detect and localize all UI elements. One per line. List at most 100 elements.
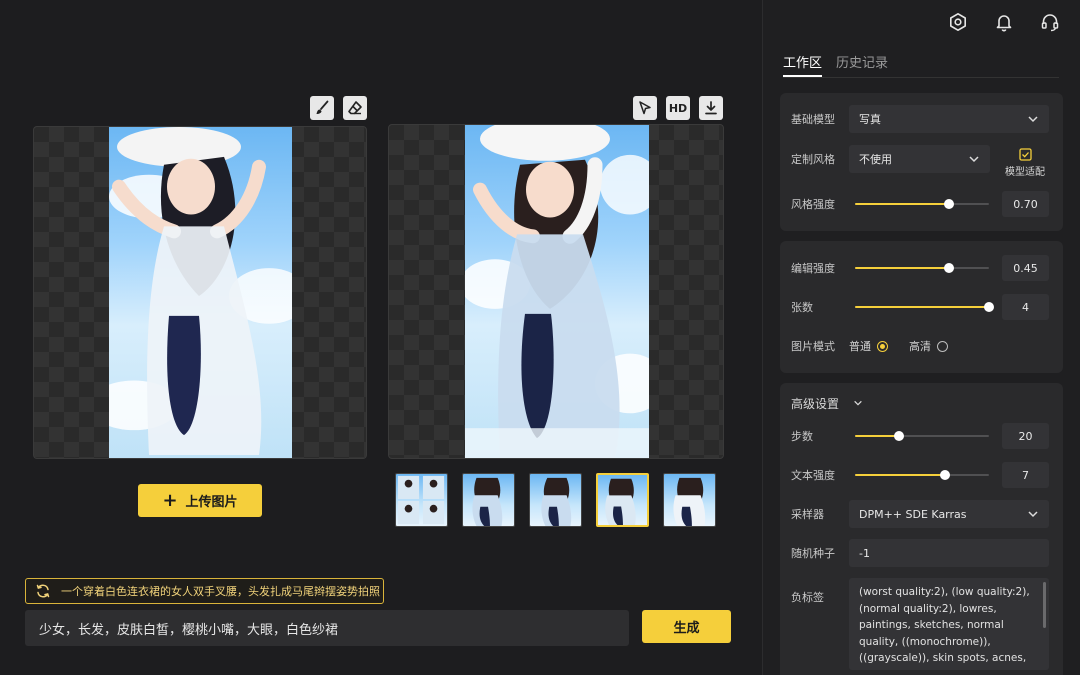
style-strength-slider[interactable] — [855, 198, 989, 210]
negative-prompt-text: (worst quality:2), (low quality:2), (nor… — [859, 586, 1030, 670]
upload-image-button[interactable]: + 上传图片 — [138, 484, 262, 517]
chevron-down-icon — [969, 156, 979, 163]
image-mode-row: 图片模式 普通 高清 — [780, 332, 1063, 360]
bell-icon — [996, 15, 1012, 32]
download-button[interactable] — [699, 96, 723, 120]
headset-icon — [1041, 14, 1059, 32]
edit-settings-card: 编辑强度 0.45 张数 4 图片模式 普通 高清 — [780, 241, 1063, 373]
seed-value: -1 — [859, 546, 870, 560]
slider-handle[interactable] — [943, 263, 954, 273]
prompt-suggestion-text: 一个穿着白色连衣裙的女人双手叉腰，头发扎成马尾辫摆姿势拍照 — [61, 585, 380, 598]
seed-input[interactable]: -1 — [849, 539, 1049, 567]
model-adapt-checkbox[interactable]: 模型适配 — [999, 148, 1051, 178]
source-image — [109, 127, 292, 458]
image-mode-normal-radio[interactable]: 普通 — [849, 338, 888, 354]
chevron-down-icon — [1028, 116, 1038, 123]
advanced-settings-toggle[interactable]: 高级设置 — [780, 389, 1063, 417]
advanced-settings-title: 高级设置 — [791, 396, 840, 411]
select-tool-button[interactable] — [633, 96, 657, 120]
refresh-icon[interactable] — [35, 583, 51, 599]
eraser-icon — [348, 101, 362, 115]
edit-strength-value[interactable]: 0.45 — [1002, 255, 1049, 281]
count-slider[interactable] — [855, 301, 994, 313]
style-strength-row: 风格强度 0.70 — [780, 190, 1063, 218]
notifications-button[interactable] — [992, 10, 1016, 34]
steps-value[interactable]: 20 — [1002, 423, 1049, 449]
settings-icon — [950, 13, 966, 31]
image-mode-hd-label: 高清 — [909, 340, 931, 353]
slider-handle[interactable] — [939, 470, 950, 480]
settings-button[interactable] — [946, 10, 970, 34]
result-image-canvas[interactable] — [388, 124, 724, 459]
text-strength-row: 文本强度 7 — [780, 461, 1063, 489]
edit-strength-label: 编辑强度 — [791, 262, 835, 275]
steps-row: 步数 20 — [780, 422, 1063, 450]
sampler-label: 采样器 — [791, 508, 824, 521]
style-strength-value[interactable]: 0.70 — [1002, 191, 1049, 217]
workspace: HD + 上传图片 一个穿着白色连衣裙的女人双手叉腰，头发扎成马尾辫摆姿势拍照 … — [0, 0, 762, 675]
custom-style-label: 定制风格 — [791, 153, 835, 166]
slider-handle[interactable] — [984, 302, 994, 312]
text-strength-value[interactable]: 7 — [1002, 462, 1049, 488]
source-image-canvas[interactable] — [33, 126, 367, 459]
count-label: 张数 — [791, 301, 813, 314]
sampler-row: 采样器 DPM++ SDE Karras — [780, 500, 1063, 528]
brush-tool-button[interactable] — [310, 96, 334, 120]
chevron-down-icon — [1028, 511, 1038, 518]
custom-style-value: 不使用 — [859, 153, 892, 166]
plus-icon: + — [162, 489, 178, 511]
result-thumbnail-1[interactable] — [395, 473, 448, 527]
slider-handle[interactable] — [894, 431, 905, 441]
image-mode-normal-label: 普通 — [849, 340, 871, 353]
base-model-row: 基础模型 写真 — [780, 105, 1063, 133]
hd-label: HD — [668, 101, 688, 115]
slider-handle[interactable] — [943, 199, 954, 209]
custom-style-select[interactable]: 不使用 — [849, 145, 990, 173]
generate-button[interactable]: 生成 — [642, 610, 731, 643]
tab-workspace[interactable]: 工作区 — [783, 52, 823, 77]
image-mode-label: 图片模式 — [791, 340, 835, 353]
text-strength-slider[interactable] — [855, 469, 989, 481]
count-row: 张数 4 — [780, 293, 1063, 321]
result-thumbnail-4[interactable] — [596, 473, 649, 527]
eraser-tool-button[interactable] — [343, 96, 367, 120]
result-thumbnail-2[interactable] — [462, 473, 515, 527]
base-model-select[interactable]: 写真 — [849, 105, 1049, 133]
upload-image-label: 上传图片 — [185, 495, 238, 510]
base-model-label: 基础模型 — [791, 113, 835, 126]
result-image — [465, 125, 649, 458]
radio-unselected-icon — [937, 340, 948, 352]
sampler-value: DPM++ SDE Karras — [859, 507, 967, 521]
seed-label: 随机种子 — [791, 547, 835, 560]
tab-history[interactable]: 历史记录 — [836, 52, 888, 77]
style-strength-label: 风格强度 — [791, 198, 835, 211]
result-thumbnail-3[interactable] — [529, 473, 582, 527]
result-thumbnails — [395, 473, 716, 527]
hd-button[interactable]: HD — [666, 96, 690, 120]
negative-prompt-label: 负标签 — [791, 591, 824, 604]
image-mode-hd-radio[interactable]: 高清 — [909, 338, 948, 354]
negative-prompt-scrollbar[interactable] — [1043, 582, 1046, 628]
seed-row: 随机种子 -1 — [780, 539, 1063, 567]
edit-strength-slider[interactable] — [855, 262, 989, 274]
steps-label: 步数 — [791, 430, 813, 443]
support-button[interactable] — [1038, 10, 1062, 34]
sampler-select[interactable]: DPM++ SDE Karras — [849, 500, 1049, 528]
header-icons — [946, 10, 1062, 34]
panel-tabs: 工作区 历史记录 — [783, 52, 1059, 78]
checkbox-checked-icon — [1018, 148, 1032, 161]
negative-prompt-textarea[interactable]: (worst quality:2), (low quality:2), (nor… — [849, 578, 1049, 670]
brush-icon — [316, 100, 329, 114]
base-model-value: 写真 — [859, 113, 881, 126]
settings-panel: 工作区 历史记录 基础模型 写真 定制风格 不使用 模型适配 风格强度 0.70… — [762, 0, 1080, 675]
radio-selected-icon — [877, 340, 888, 352]
count-value[interactable]: 4 — [1002, 294, 1049, 320]
steps-slider[interactable] — [855, 430, 989, 442]
chevron-down-icon — [854, 400, 862, 406]
advanced-settings-card: 高级设置 步数 20 文本强度 7 采样器 DPM++ SDE Karras 随… — [780, 383, 1063, 675]
download-icon — [705, 101, 717, 115]
prompt-input[interactable] — [25, 610, 629, 646]
prompt-suggestion-bar[interactable]: 一个穿着白色连衣裙的女人双手叉腰，头发扎成马尾辫摆姿势拍照 — [25, 578, 384, 604]
result-thumbnail-5[interactable] — [663, 473, 716, 527]
model-adapt-label: 模型适配 — [1005, 167, 1045, 178]
